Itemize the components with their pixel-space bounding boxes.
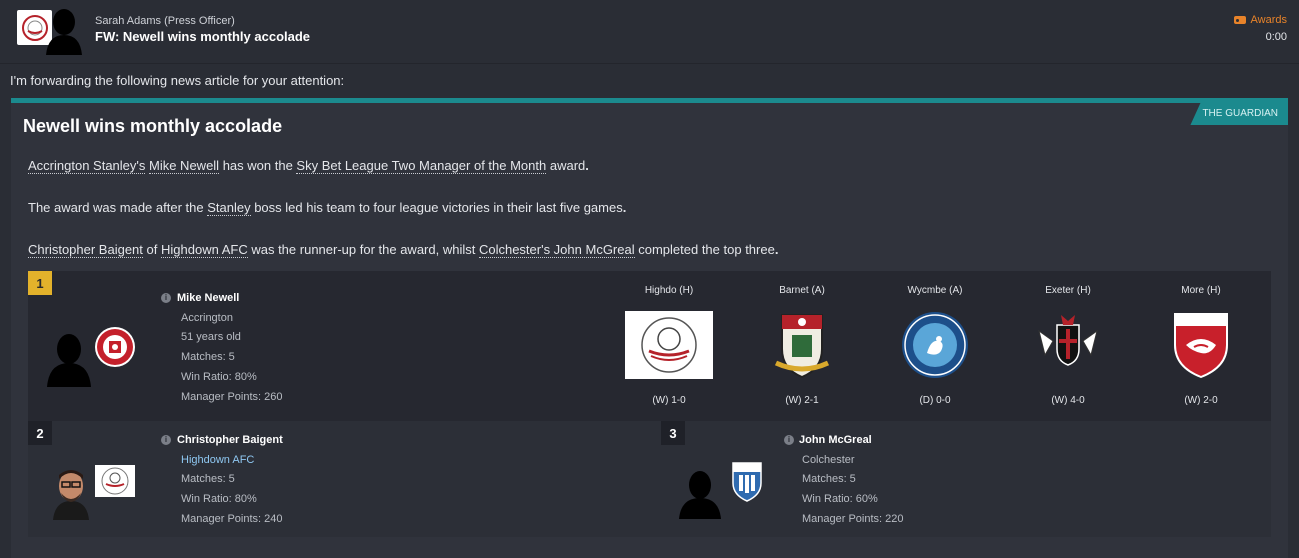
category-tag[interactable]: Awards bbox=[1233, 14, 1287, 26]
manager-name[interactable]: Mike Newell bbox=[177, 292, 239, 304]
manager-points: Manager Points: 220 bbox=[802, 513, 904, 525]
match-opponent: Wycmbe (A) bbox=[907, 285, 963, 296]
match-result[interactable]: Barnet (A) (W) 2-1 bbox=[752, 285, 852, 415]
match-score: (W) 1-0 bbox=[652, 395, 686, 406]
intro-text: I'm forwarding the following news articl… bbox=[10, 73, 345, 88]
sender-name[interactable]: Sarah Adams (Press Officer) bbox=[95, 15, 235, 27]
manager-club-link[interactable]: Highdown AFC bbox=[181, 454, 254, 466]
manager-link[interactable]: Christopher Baigent bbox=[28, 242, 143, 258]
text-fragment: The award was made after the bbox=[28, 200, 208, 215]
manager-points: Manager Points: 240 bbox=[181, 513, 283, 525]
club-link[interactable]: Stanley bbox=[207, 200, 251, 216]
rank-badge: 3 bbox=[661, 421, 685, 445]
match-score: (W) 4-0 bbox=[1051, 395, 1085, 406]
barnet-crest-icon bbox=[772, 311, 832, 381]
article-paragraph-2: The award was made after the Stanley bos… bbox=[28, 200, 627, 216]
match-score: (W) 2-1 bbox=[785, 395, 819, 406]
match-score: (W) 2-0 bbox=[1184, 395, 1218, 406]
club-link[interactable]: Highdown AFC bbox=[161, 242, 248, 258]
manager-link[interactable]: Mike Newell bbox=[149, 158, 220, 174]
manager-avatar-icon[interactable] bbox=[44, 329, 94, 387]
rank-badge: 1 bbox=[28, 271, 52, 295]
match-opponent: Barnet (A) bbox=[779, 285, 825, 296]
manager-matches: Matches: 5 bbox=[181, 351, 235, 363]
text-fragment: . bbox=[774, 242, 779, 257]
wycombe-crest-icon bbox=[901, 311, 969, 379]
news-article-card: THE GUARDIAN Newell wins monthly accolad… bbox=[11, 98, 1288, 558]
colchester-crest-icon[interactable] bbox=[731, 461, 763, 503]
manager-club: Colchester bbox=[802, 454, 855, 466]
text-fragment: has won the bbox=[222, 158, 297, 173]
manager-club: Accrington bbox=[181, 312, 233, 324]
manager-age: 51 years old bbox=[181, 331, 241, 343]
exeter-crest-icon bbox=[1035, 311, 1101, 371]
manager-points: Manager Points: 260 bbox=[181, 391, 283, 403]
manager-portrait-icon[interactable] bbox=[50, 465, 92, 520]
manager-matches: Matches: 5 bbox=[802, 473, 856, 485]
match-opponent: Highdo (H) bbox=[644, 285, 694, 296]
text-fragment: . bbox=[622, 200, 627, 215]
manager-win-ratio: Win Ratio: 80% bbox=[181, 371, 257, 383]
match-result[interactable]: More (H) (W) 2-0 bbox=[1151, 285, 1251, 415]
rank-badge: 2 bbox=[28, 421, 52, 445]
info-icon[interactable]: i bbox=[161, 293, 171, 303]
morecambe-crest-icon bbox=[1172, 311, 1230, 379]
match-score: (D) 0-0 bbox=[919, 395, 951, 406]
manager-avatar-icon[interactable] bbox=[677, 467, 723, 519]
highdown-crest-icon[interactable] bbox=[95, 465, 135, 497]
info-icon[interactable]: i bbox=[784, 435, 794, 445]
article-headline: Newell wins monthly accolade bbox=[23, 116, 283, 136]
text-fragment: award bbox=[549, 158, 586, 173]
award-link[interactable]: Sky Bet League Two Manager of the Month bbox=[296, 158, 547, 174]
match-result[interactable]: Exeter (H) (W) 4-0 bbox=[1018, 285, 1118, 415]
text-fragment: of bbox=[146, 242, 161, 257]
match-result[interactable]: Wycmbe (A) (D) 0-0 bbox=[885, 285, 985, 415]
runners-up-row: 2 i Christopher Baigent Highdown AFC Mat… bbox=[28, 421, 1271, 537]
tag-icon bbox=[1233, 16, 1246, 24]
text-fragment: completed the top three bbox=[638, 242, 775, 257]
message-header: Sarah Adams (Press Officer) FW: Newell w… bbox=[0, 0, 1299, 64]
article-paragraph-3: Christopher Baigent of Highdown AFC was … bbox=[28, 242, 779, 258]
highdown-crest-icon bbox=[625, 311, 713, 379]
club-link[interactable]: Accrington Stanley's bbox=[28, 158, 146, 174]
accrington-crest-icon[interactable] bbox=[95, 327, 135, 367]
match-opponent: More (H) bbox=[1181, 285, 1221, 296]
match-opponent: Exeter (H) bbox=[1045, 285, 1091, 296]
manager-win-ratio: Win Ratio: 60% bbox=[802, 493, 878, 505]
winner-row: 1 i Mike Newell Accrington 51 years old … bbox=[28, 271, 1271, 421]
message-time: 0:00 bbox=[1265, 31, 1287, 43]
manager-win-ratio: Win Ratio: 80% bbox=[181, 493, 257, 505]
category-label: Awards bbox=[1250, 14, 1287, 26]
manager-name[interactable]: John McGreal bbox=[799, 434, 872, 446]
manager-matches: Matches: 5 bbox=[181, 473, 235, 485]
text-fragment: boss led his team to four league victori… bbox=[254, 200, 623, 215]
newspaper-source[interactable]: THE GUARDIAN bbox=[1190, 103, 1288, 125]
match-result[interactable]: Highdo (H) (W) 1-0 bbox=[619, 285, 719, 415]
message-subject: FW: Newell wins monthly accolade bbox=[95, 29, 311, 44]
text-fragment: was the runner-up for the award, whilst bbox=[251, 242, 479, 257]
sender-avatar-icon bbox=[46, 9, 82, 55]
manager-link[interactable]: Colchester's John McGreal bbox=[478, 242, 635, 258]
text-fragment: . bbox=[585, 158, 589, 173]
article-paragraph-1: Accrington Stanley's Mike Newell has won… bbox=[28, 158, 589, 174]
info-icon[interactable]: i bbox=[161, 435, 171, 445]
manager-name[interactable]: Christopher Baigent bbox=[177, 434, 283, 446]
